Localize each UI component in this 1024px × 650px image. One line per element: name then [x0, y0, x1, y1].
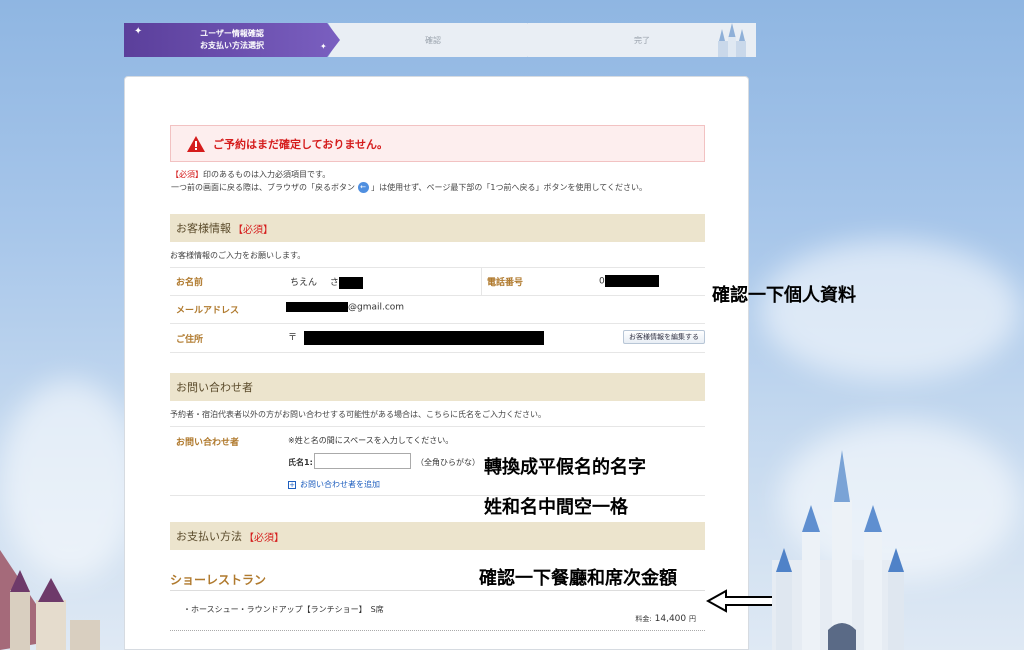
back-arrow-icon: ←: [357, 182, 369, 193]
warning-alert: ご予約はまだ確定しておりません。: [170, 125, 705, 162]
kana-note: （全角ひらがな）: [416, 458, 480, 467]
step-user-info: ✦ ✦ ユーザー情報確認 お支払い方法選択: [124, 23, 340, 57]
show-restaurant-title: ショーレストラン: [170, 573, 267, 587]
dotted-divider: [170, 630, 705, 631]
alert-text: ご予約はまだ確定しておりません。: [213, 137, 389, 151]
payment-title: お支払い方法: [176, 530, 242, 543]
name-phone-row: お名前 ちえん さ 電話番号 0: [170, 267, 705, 296]
price-value: 14,400: [654, 614, 687, 624]
name-suffix: さ: [329, 278, 339, 288]
contact-person-title: お問い合わせ者: [176, 381, 253, 394]
name-text: ちえん: [290, 278, 318, 288]
payment-header: お支払い方法 【必須】: [170, 522, 705, 550]
contact-name-label: 氏名1:: [288, 458, 313, 467]
redacted-block: [286, 302, 348, 312]
back-note-after: 」は使用せず、ページ最下部の「1つ前へ戻る」ボタンを使用してください。: [371, 183, 647, 192]
redacted-block: [604, 275, 659, 287]
step-complete: 完了: [528, 23, 756, 57]
step-1-line-1: ユーザー情報確認: [200, 29, 264, 38]
show-item: ・ホースシュー・ラウンドアップ【ランチショー】 S席: [183, 605, 384, 614]
address-prefix: 〒: [288, 333, 298, 343]
required-tag: 【必須】: [233, 224, 273, 236]
add-contact-link[interactable]: + お問い合わせ者を追加: [288, 479, 380, 490]
price: 料金: 14,400 円: [635, 614, 696, 624]
sparkle-icon: ✦: [320, 42, 327, 51]
castle-illustration: [0, 550, 100, 650]
plus-icon: +: [288, 480, 296, 489]
customer-info-header: お客様情報 【必須】: [170, 214, 705, 242]
contact-person-desc: 予約者・宿泊代表者以外の方がお問い合わせする可能性がある場合は、こちらに氏名をご…: [170, 410, 546, 419]
castle-icon: [718, 23, 746, 57]
email-label: メールアドレス: [176, 306, 240, 316]
castle-illustration: [772, 450, 904, 650]
edit-customer-info-button[interactable]: お客様情報を編集する: [623, 330, 705, 344]
step-3-label: 完了: [634, 35, 650, 45]
back-note-before: 一つ前の画面に戻る際は、ブラウザの「戻るボタン: [171, 183, 355, 192]
step-1-line-2: お支払い方法選択: [200, 41, 264, 50]
warning-icon: [187, 135, 205, 152]
address-label: ご住所: [176, 335, 204, 345]
cloud-decoration: [760, 240, 1020, 380]
customer-info-desc: お客様情報のご入力をお願いします。: [170, 251, 306, 260]
phone-value: 0: [599, 275, 659, 287]
address-value: 〒: [288, 330, 544, 345]
name-label: お名前: [176, 278, 204, 288]
contact-hint: ※姓と名の間にスペースを入力してください。: [288, 436, 454, 445]
redacted-block: [338, 276, 363, 289]
back-note: 一つ前の画面に戻る際は、ブラウザの「戻るボタン ← 」は使用せず、ページ最下部の…: [171, 182, 647, 193]
required-tag: 【必須】: [171, 170, 203, 179]
progress-steps: ✦ ✦ ユーザー情報確認 お支払い方法選択 確認 完了: [124, 23, 766, 57]
price-unit: 円: [689, 615, 696, 623]
email-domain: @gmail.com: [348, 302, 405, 313]
contact-label: お問い合わせ者: [176, 438, 240, 448]
required-note-text: 印のあるものは入力必須項目です。: [203, 170, 331, 179]
contact-name-input[interactable]: [314, 453, 411, 469]
required-tag: 【必須】: [244, 532, 284, 544]
name-value: ちえん さ: [290, 275, 363, 289]
redacted-block: [303, 330, 544, 345]
annotation-space: 姓和名中間空一格: [484, 497, 628, 518]
sparkle-icon: ✦: [134, 26, 143, 37]
customer-info-title: お客様情報: [176, 222, 231, 235]
required-note: 【必須】印のあるものは入力必須項目です。: [171, 169, 330, 180]
price-label: 料金:: [635, 615, 652, 623]
add-contact-text: お問い合わせ者を追加: [300, 480, 380, 489]
phone-label: 電話番号: [487, 278, 524, 288]
step-confirm: 確認: [328, 23, 538, 57]
divider: [170, 590, 705, 591]
annotation-check-restaurant: 確認一下餐廳和席次金額: [479, 568, 677, 589]
email-value: @gmail.com: [286, 302, 404, 313]
contact-person-header: お問い合わせ者: [170, 373, 705, 401]
address-row: ご住所 〒 お客様情報を編集する: [170, 323, 705, 353]
row-divider: [481, 268, 482, 296]
annotation-check-personal: 確認一下個人資料: [712, 285, 856, 306]
annotation-hiragana: 轉換成平假名的名字: [484, 457, 646, 478]
email-row: メールアドレス @gmail.com: [170, 295, 705, 323]
